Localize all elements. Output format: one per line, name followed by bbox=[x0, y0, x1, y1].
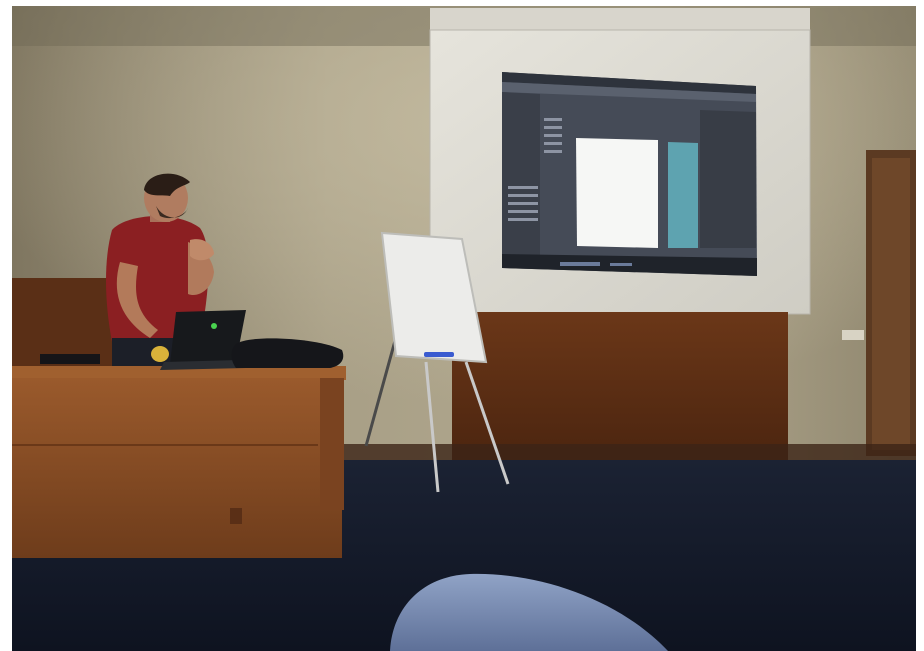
scene-svg bbox=[0, 0, 924, 651]
marker-icon bbox=[424, 352, 454, 357]
status-led-icon bbox=[211, 323, 217, 329]
projected-app-window bbox=[502, 72, 757, 276]
canvas-artboard bbox=[576, 138, 658, 248]
desk bbox=[12, 366, 346, 558]
wall-switch bbox=[842, 330, 864, 340]
photo-scene bbox=[0, 0, 924, 651]
